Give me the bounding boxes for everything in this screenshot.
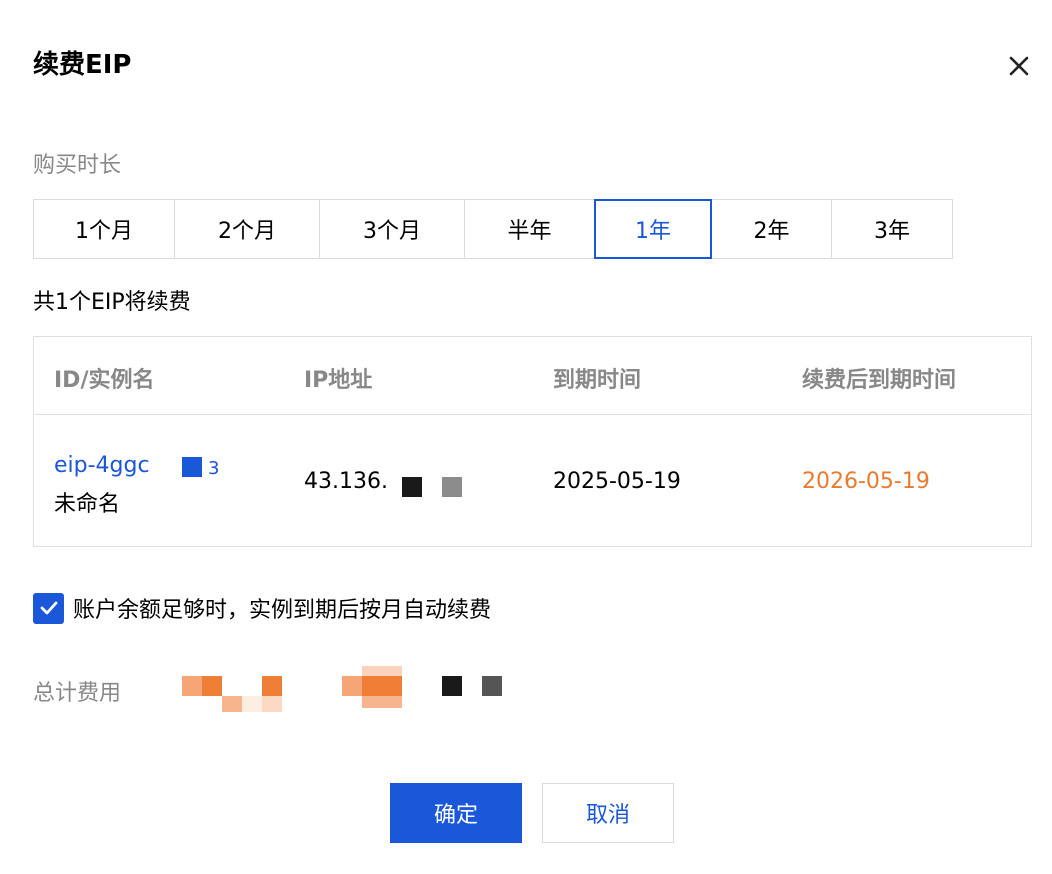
header-new-expiry: 续费后到期时间	[802, 368, 957, 393]
duration-option-half-year[interactable]: 半年	[464, 199, 595, 259]
cancel-button[interactable]: 取消	[542, 783, 674, 843]
duration-option-3-years[interactable]: 3年	[831, 199, 953, 259]
eip-id-link[interactable]: eip-4ggc	[54, 453, 150, 478]
redaction-mask	[342, 676, 362, 696]
redaction-mask	[362, 666, 402, 676]
redaction-mask	[442, 477, 462, 497]
renew-eip-dialog: 续费EIP 购买时长 1个月 2个月 3个月 半年 1年 2年 3年 共1个EI…	[0, 0, 1052, 874]
checkbox-checked[interactable]	[33, 592, 64, 624]
header-id: ID/实例名	[54, 368, 155, 393]
checkmark-icon	[40, 601, 57, 615]
redaction-mask	[222, 696, 242, 712]
ip-address: 43.136.	[304, 469, 388, 494]
duration-option-2-years[interactable]: 2年	[711, 199, 832, 259]
dialog-title: 续费EIP	[33, 50, 132, 80]
close-button[interactable]	[1004, 51, 1034, 81]
redaction-mask	[362, 696, 402, 708]
new-expiry-date: 2026-05-19	[802, 469, 930, 494]
redaction-mask	[262, 696, 282, 712]
renew-count-text: 共1个EIP将续费	[33, 290, 191, 315]
table-row: eip-4ggc 3 未命名 43.136. 2025-05-19 2026-0…	[34, 415, 1031, 546]
confirm-button[interactable]: 确定	[390, 783, 522, 843]
table-header: ID/实例名 IP地址 到期时间 续费后到期时间	[34, 337, 1031, 415]
auto-renew-checkbox[interactable]: 账户余额足够时，实例到期后按月自动续费	[33, 592, 491, 624]
duration-option-1-month[interactable]: 1个月	[33, 199, 175, 259]
redaction-mask	[362, 676, 402, 696]
duration-option-3-months[interactable]: 3个月	[319, 199, 465, 259]
redaction-mask	[242, 696, 262, 712]
close-icon	[1009, 56, 1029, 76]
header-ip: IP地址	[304, 368, 373, 393]
duration-option-2-months[interactable]: 2个月	[174, 199, 320, 259]
duration-option-1-year[interactable]: 1年	[594, 199, 712, 259]
auto-renew-label: 账户余额足够时，实例到期后按月自动续费	[73, 598, 492, 623]
eip-table: ID/实例名 IP地址 到期时间 续费后到期时间 eip-4ggc 3 未命名 …	[33, 336, 1032, 547]
expiry-date: 2025-05-19	[553, 469, 681, 494]
redaction-mask	[442, 676, 462, 696]
duration-label: 购买时长	[33, 153, 122, 178]
redaction-mask	[402, 477, 422, 497]
header-expiry: 到期时间	[553, 368, 642, 393]
total-cost-label: 总计费用	[33, 681, 122, 706]
eip-id-tail: 3	[208, 458, 220, 479]
redaction-mask	[482, 676, 502, 696]
instance-name: 未命名	[54, 492, 121, 517]
redaction-mask	[202, 676, 222, 696]
redaction-mask	[182, 676, 202, 696]
redaction-mask	[182, 457, 202, 477]
redaction-mask	[262, 676, 282, 696]
